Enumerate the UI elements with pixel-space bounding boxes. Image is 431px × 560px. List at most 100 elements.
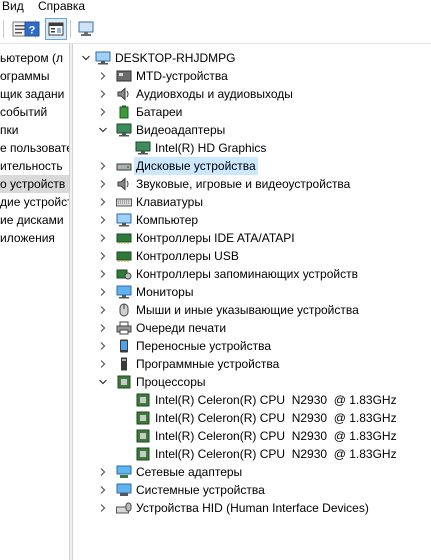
chevron-right-icon[interactable]	[98, 337, 108, 355]
printer-icon	[116, 321, 132, 335]
chevron-right-icon[interactable]	[98, 103, 108, 121]
disk-icon	[116, 159, 132, 173]
chevron-right-icon[interactable]	[98, 319, 108, 337]
scan-hardware-icon	[78, 21, 94, 36]
tree-node-mice[interactable]: Мыши и иные указывающие устройства	[73, 301, 431, 319]
menu-bar: Вид Справка	[0, 0, 431, 15]
chevron-down-icon[interactable]	[81, 49, 91, 67]
toolbar-separator	[3, 20, 4, 38]
tree-node-label: Сетевые адаптеры	[136, 465, 243, 479]
tree-leaf-label: Intel(R) HD Graphics	[155, 141, 267, 155]
left-item-storage-devices[interactable]: дие устройст	[0, 193, 69, 211]
left-item-local-users[interactable]: е пользовате	[0, 139, 69, 157]
help-icon: ?	[24, 21, 40, 37]
tree-leaf-label: Intel(R) Celeron(R) CPU N2930 @ 1.83GHz	[155, 393, 397, 407]
left-item-device-manager[interactable]: о устройств	[0, 175, 69, 193]
help-button[interactable]: ?	[21, 18, 43, 40]
chevron-right-icon[interactable]	[98, 193, 108, 211]
tree-node-batteries[interactable]: Батареи	[73, 103, 431, 121]
monitor-icon	[116, 123, 132, 137]
tree-node-keyboards[interactable]: Клавиатуры	[73, 193, 431, 211]
chevron-right-icon[interactable]	[98, 301, 108, 319]
console-tree-icon	[48, 22, 64, 36]
chevron-right-icon[interactable]	[98, 175, 108, 193]
chevron-right-icon[interactable]	[98, 499, 108, 517]
tree-node-processors[interactable]: Процессоры	[73, 373, 431, 391]
tree-node-audio-io[interactable]: Аудиовходы и аудиовыходы	[73, 85, 431, 103]
chevron-right-icon[interactable]	[98, 157, 108, 175]
tree-node-software-devices[interactable]: Программные устройства	[73, 355, 431, 373]
computer-icon	[95, 51, 111, 65]
left-item-event-viewer[interactable]: событий	[0, 103, 47, 121]
tree-node-portable-devices[interactable]: Переносные устройства	[73, 337, 431, 355]
toolbar: ?	[0, 15, 431, 44]
speaker-icon	[116, 87, 132, 101]
tree-node-label: Системные устройства	[136, 483, 265, 497]
tree-node-computer[interactable]: Компьютер	[73, 211, 431, 229]
tree-node-label: Компьютер	[136, 213, 199, 227]
portable-icon	[116, 339, 132, 353]
tree-node-mtd[interactable]: MTD-устройства	[73, 67, 431, 85]
scan-hardware-button[interactable]	[75, 18, 97, 40]
computer-icon	[116, 213, 132, 227]
tree-node-display-adapters[interactable]: Видеоадаптеры	[73, 121, 431, 139]
keyboard-icon	[116, 195, 132, 209]
tree-node-print-queues[interactable]: Очереди печати	[73, 319, 431, 337]
chevron-right-icon[interactable]	[98, 355, 108, 373]
chevron-right-icon[interactable]	[98, 229, 108, 247]
left-item-programs[interactable]: ограммы	[0, 67, 50, 85]
left-item-performance[interactable]: ительность	[0, 157, 63, 175]
tree-node-monitors[interactable]: Мониторы	[73, 283, 431, 301]
tree-root[interactable]: DESKTOP-RHJDMPG	[73, 49, 431, 67]
left-item-task-scheduler[interactable]: щик задани	[0, 85, 64, 103]
tree-node-sound-video[interactable]: Звуковые, игровые и видеоустройства	[73, 175, 431, 193]
tree-node-hid[interactable]: Устройства HID (Human Interface Devices)	[73, 499, 431, 517]
tree-leaf-cpu[interactable]: Intel(R) Celeron(R) CPU N2930 @ 1.83GHz	[73, 427, 431, 445]
chevron-right-icon[interactable]	[98, 481, 108, 499]
cpu-icon	[116, 375, 132, 389]
tree-leaf-cpu[interactable]: Intel(R) Celeron(R) CPU N2930 @ 1.83GHz	[73, 445, 431, 463]
cpu-icon	[135, 447, 151, 461]
mtd-icon	[116, 69, 132, 83]
menu-view[interactable]: Вид	[2, 0, 24, 13]
tree-node-label: Процессоры	[136, 375, 206, 389]
tree-leaf-label: Intel(R) Celeron(R) CPU N2930 @ 1.83GHz	[155, 429, 397, 443]
left-item-computer-management[interactable]: ьютером (л	[0, 49, 63, 67]
tree-node-system-devices[interactable]: Системные устройства	[73, 481, 431, 499]
tree-leaf-cpu[interactable]: Intel(R) Celeron(R) CPU N2930 @ 1.83GHz	[73, 409, 431, 427]
cpu-icon	[135, 393, 151, 407]
chevron-right-icon[interactable]	[98, 247, 108, 265]
tree-node-label: Аудиовходы и аудиовыходы	[136, 87, 293, 101]
tree-node-storage-controllers[interactable]: Контроллеры запоминающих устройств	[73, 265, 431, 283]
left-item-disk-management[interactable]: ие дисками	[0, 211, 64, 229]
chevron-right-icon[interactable]	[98, 85, 108, 103]
tree-node-label: Мыши и иные указывающие устройства	[136, 303, 359, 317]
tree-node-disk-drives[interactable]: Дисковые устройства	[73, 157, 431, 175]
console-tree-pane: ьютером (л ограммы щик задани событий пк…	[0, 44, 69, 560]
left-item-shared-folders[interactable]: пки	[0, 121, 18, 139]
menu-help[interactable]: Справка	[38, 0, 85, 13]
left-item-applications[interactable]: иложения	[0, 229, 55, 247]
tree-leaf-gpu[interactable]: Intel(R) HD Graphics	[73, 139, 431, 157]
tree-node-ide-controllers[interactable]: Контроллеры IDE ATA/ATAPI	[73, 229, 431, 247]
tree-node-label: Батареи	[136, 105, 183, 119]
tree-node-usb-controllers[interactable]: Контроллеры USB	[73, 247, 431, 265]
cpu-icon	[135, 429, 151, 443]
system-icon	[116, 483, 132, 497]
tree-node-label: Контроллеры запоминающих устройств	[136, 267, 358, 281]
chevron-right-icon[interactable]	[98, 463, 108, 481]
show-hide-console-tree-button[interactable]	[45, 18, 67, 40]
network-icon	[116, 465, 132, 479]
chevron-right-icon[interactable]	[98, 67, 108, 85]
toolbar-separator	[70, 20, 71, 38]
chevron-right-icon[interactable]	[98, 211, 108, 229]
chevron-down-icon[interactable]	[98, 121, 108, 139]
cpu-icon	[135, 411, 151, 425]
monitor-icon	[135, 141, 151, 155]
tree-node-network-adapters[interactable]: Сетевые адаптеры	[73, 463, 431, 481]
chevron-right-icon[interactable]	[98, 265, 108, 283]
chevron-right-icon[interactable]	[98, 283, 108, 301]
chevron-down-icon[interactable]	[98, 373, 108, 391]
tree-node-label: Контроллеры IDE ATA/ATAPI	[136, 231, 295, 245]
tree-leaf-cpu[interactable]: Intel(R) Celeron(R) CPU N2930 @ 1.83GHz	[73, 391, 431, 409]
